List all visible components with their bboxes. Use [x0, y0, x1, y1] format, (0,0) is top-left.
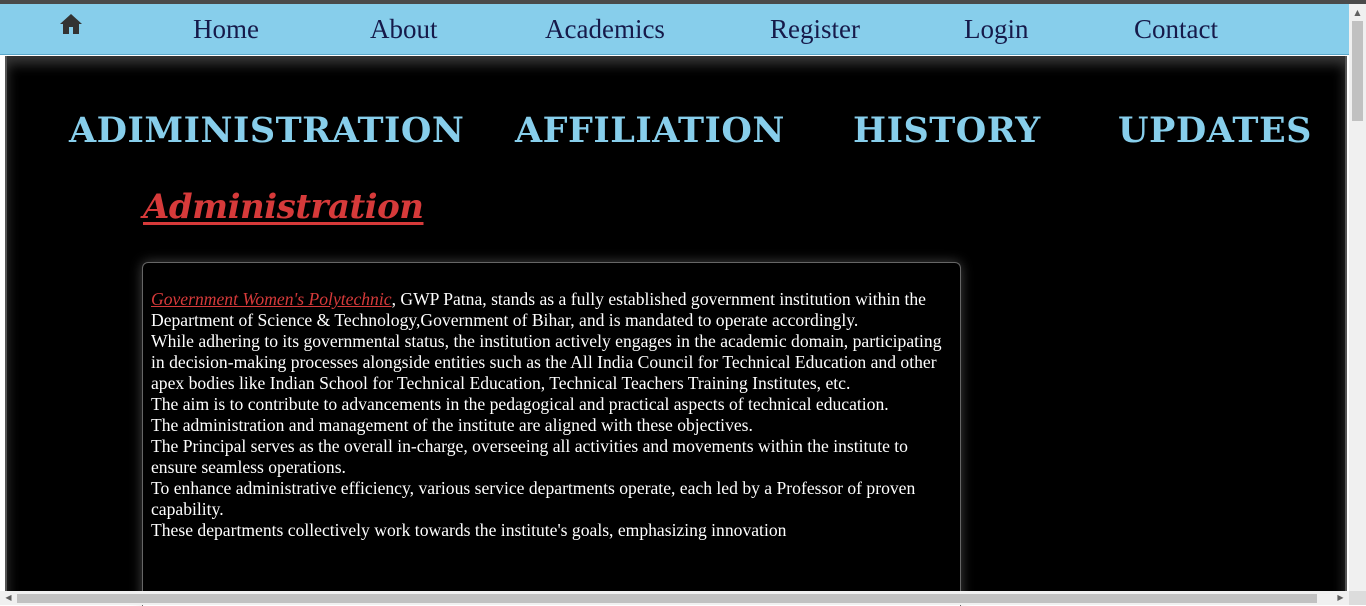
lead-paragraph: Government Women's Polytechnic, GWP Patn…: [151, 289, 957, 331]
content-text: Government Women's Polytechnic, GWP Patn…: [151, 289, 957, 541]
paragraph: The Principal serves as the overall in-c…: [151, 436, 908, 477]
horizontal-scroll-thumb[interactable]: [17, 594, 1317, 603]
scroll-left-icon[interactable]: ◀: [0, 589, 17, 606]
content-panel: Government Women's Polytechnic, GWP Patn…: [142, 262, 961, 606]
navbar: Home About Academics Register Login Cont…: [0, 4, 1349, 55]
vertical-scrollbar[interactable]: ▲: [1349, 4, 1366, 591]
tab-administration[interactable]: ADIMINISTRATION: [69, 111, 464, 151]
paragraph: To enhance administrative efficiency, va…: [151, 478, 916, 519]
paragraph: The administration and management of the…: [151, 415, 753, 435]
gwp-link[interactable]: Government Women's Polytechnic: [151, 289, 392, 309]
paragraph: While adhering to its governmental statu…: [151, 331, 942, 393]
tab-updates[interactable]: UPDATES: [1118, 111, 1312, 151]
horizontal-scrollbar[interactable]: ◀ ▶: [0, 591, 1349, 605]
nav-link-contact[interactable]: Contact: [1134, 14, 1218, 44]
scroll-right-icon[interactable]: ▶: [1332, 589, 1349, 606]
scrollbar-corner: [1349, 591, 1366, 605]
nav-link-home[interactable]: Home: [193, 14, 259, 44]
tab-history[interactable]: HISTORY: [853, 111, 1041, 151]
home-icon[interactable]: [59, 13, 83, 35]
nav-link-register[interactable]: Register: [770, 14, 860, 44]
vertical-scroll-thumb[interactable]: [1352, 21, 1363, 121]
paragraph: These departments collectively work towa…: [151, 520, 787, 540]
page-title: Administration: [143, 187, 424, 227]
nav-link-academics[interactable]: Academics: [545, 14, 665, 44]
tab-affiliation[interactable]: AFFILIATION: [515, 111, 785, 151]
paragraph: The aim is to contribute to advancements…: [151, 394, 889, 414]
nav-link-login[interactable]: Login: [964, 14, 1029, 44]
nav-link-about[interactable]: About: [370, 14, 438, 44]
scroll-up-icon[interactable]: ▲: [1349, 4, 1366, 21]
